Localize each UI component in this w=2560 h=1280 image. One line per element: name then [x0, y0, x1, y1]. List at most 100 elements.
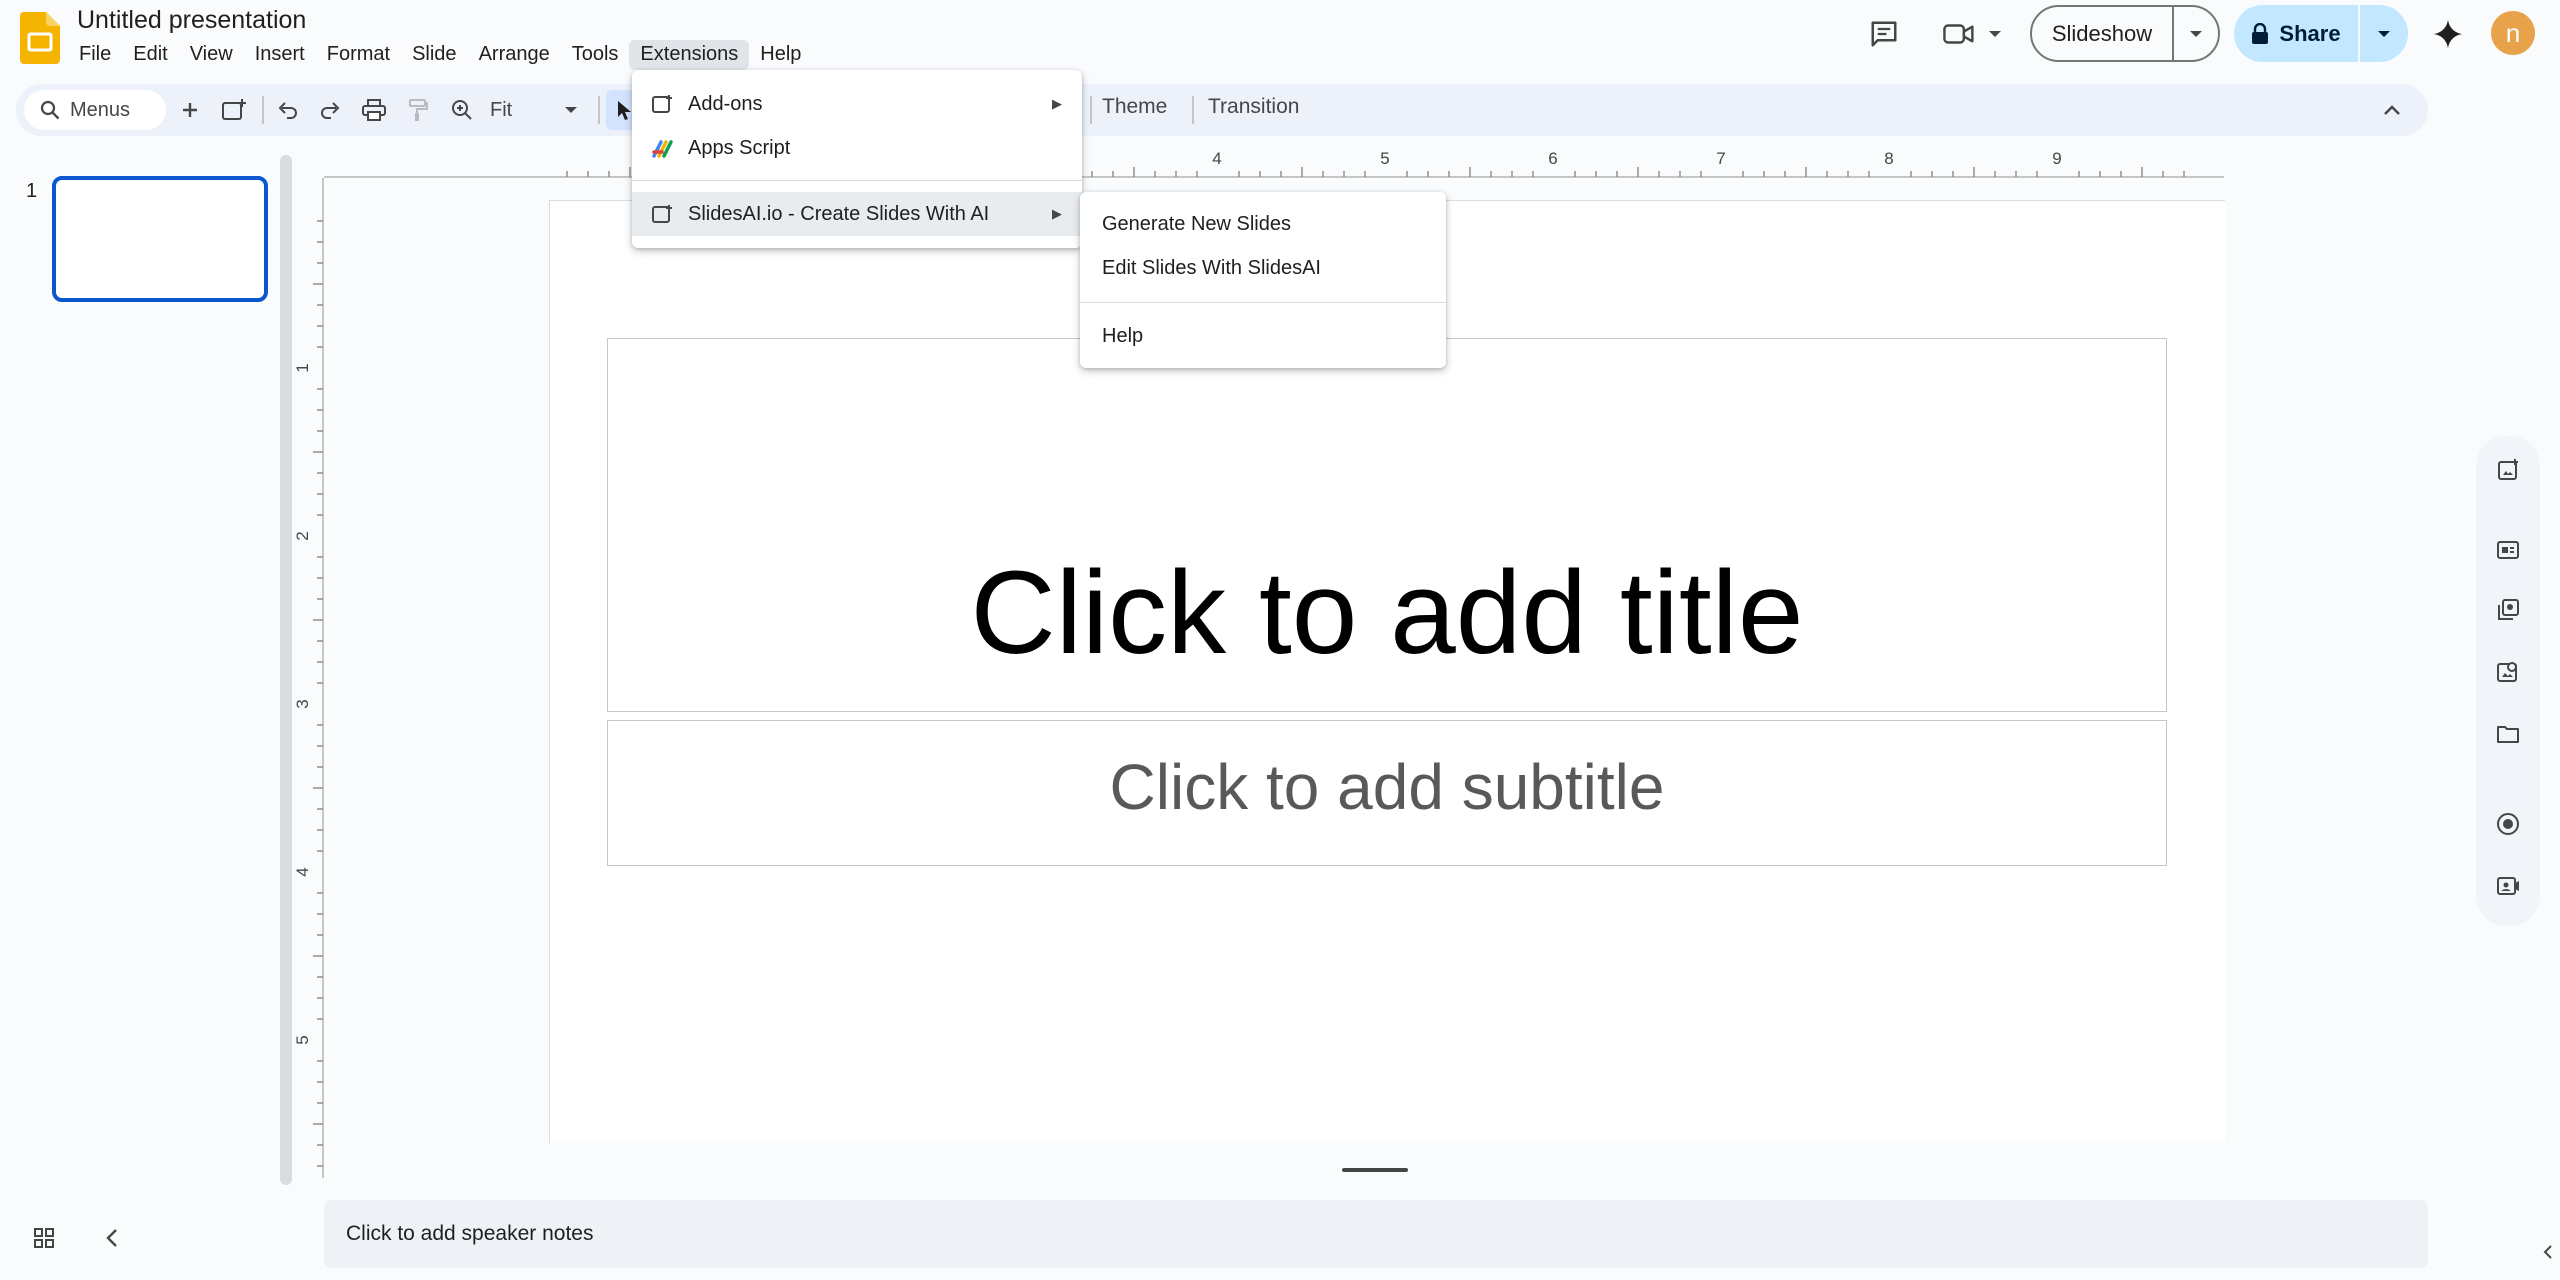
menu-item-edit-slides-with-slidesai[interactable]: Edit Slides With SlidesAI — [1080, 246, 1446, 290]
slide-number: 1 — [26, 180, 38, 202]
submenu-arrow-icon: ▶ — [1052, 96, 1062, 111]
undo-button[interactable] — [270, 90, 306, 130]
menu-item-help[interactable]: Help — [1080, 314, 1446, 358]
paint-format-button[interactable] — [400, 90, 436, 130]
filmstrip-scrollbar[interactable] — [280, 155, 292, 1185]
slideshow-label[interactable]: Slideshow — [2032, 7, 2174, 60]
menus-search-input[interactable]: Menus — [24, 90, 166, 130]
video-icon — [2496, 875, 2520, 897]
menu-item-add-ons[interactable]: Add-ons ▶ — [632, 82, 1082, 126]
ruler-label-v3: 3 — [294, 699, 312, 708]
menu-bar: File Edit View Insert Format Slide Arran… — [68, 40, 812, 70]
extensions-menu: Add-ons ▶ Apps Script SlidesAI.io - Crea… — [632, 70, 1082, 248]
collapse-toolbar-button[interactable] — [2372, 90, 2412, 130]
add-slide-icon — [2496, 458, 2520, 482]
menu-item-slidesai[interactable]: SlidesAI.io - Create Slides With AI ▶ — [632, 192, 1082, 236]
slide-thumbnail[interactable] — [52, 176, 268, 302]
zoom-icon — [451, 99, 473, 121]
side-layout-button[interactable] — [2486, 528, 2530, 572]
folder-icon — [2496, 724, 2520, 744]
menu-view[interactable]: View — [179, 40, 244, 70]
menu-edit[interactable]: Edit — [122, 40, 178, 70]
menu-extensions[interactable]: Extensions — [629, 40, 750, 70]
ruler-label-8: 8 — [1884, 149, 1893, 168]
side-folder-button[interactable] — [2486, 712, 2530, 756]
zoom-select[interactable]: Fit — [478, 90, 588, 130]
meet-button[interactable] — [1932, 12, 2012, 56]
gemini-icon — [2432, 18, 2464, 50]
side-gallery-button[interactable] — [2486, 588, 2530, 632]
zoom-button[interactable] — [444, 90, 480, 130]
share-main[interactable]: Share — [2234, 5, 2360, 62]
menu-insert[interactable]: Insert — [244, 40, 316, 70]
side-record-button[interactable] — [2486, 802, 2530, 846]
menu-format[interactable]: Format — [316, 40, 401, 70]
vertical-ruler: 1 2 3 4 5 — [294, 178, 324, 1178]
speaker-notes[interactable]: Click to add speaker notes — [324, 1200, 2428, 1268]
side-add-slide-button[interactable] — [2486, 448, 2530, 492]
share-label: Share — [2279, 20, 2341, 46]
menu-divider — [632, 180, 1082, 181]
side-image-search-button[interactable] — [2486, 650, 2530, 694]
menu-slide[interactable]: Slide — [401, 40, 467, 70]
avatar[interactable]: n — [2491, 11, 2535, 55]
slideshow-options-button[interactable] — [2174, 7, 2218, 60]
new-slide-icon — [221, 98, 247, 122]
chevron-down-icon — [2189, 29, 2203, 39]
menu-item-apps-script[interactable]: Apps Script — [632, 126, 1082, 170]
horizontal-ruler: 4 5 6 7 8 9 — [324, 149, 2224, 178]
menu-help[interactable]: Help — [749, 40, 812, 70]
menu-item-generate-new-slides[interactable]: Generate New Slides — [1080, 202, 1446, 246]
apps-script-icon — [652, 137, 674, 159]
chevron-down-icon — [564, 105, 578, 115]
toolbar-divider — [1192, 96, 1194, 124]
grid-view-icon — [33, 1227, 55, 1249]
side-panel-toggle[interactable] — [2536, 1236, 2560, 1268]
ruler-label-6: 6 — [1548, 149, 1557, 168]
menu-divider — [1080, 302, 1446, 303]
slideshow-button[interactable]: Slideshow — [2030, 5, 2220, 62]
menu-item-label: SlidesAI.io - Create Slides With AI — [688, 202, 990, 225]
ruler-label-v4: 4 — [294, 867, 312, 876]
toolbar-divider — [1090, 96, 1092, 124]
menu-item-label: Apps Script — [688, 136, 791, 159]
ruler-label-5: 5 — [1380, 149, 1389, 168]
new-slide-button[interactable] — [216, 90, 252, 130]
share-options-button[interactable] — [2360, 5, 2408, 62]
grid-view-button[interactable] — [28, 1222, 60, 1254]
print-button[interactable] — [356, 90, 392, 130]
notes-resize-handle[interactable] — [1342, 1168, 1408, 1172]
collapse-filmstrip-button[interactable] — [96, 1222, 128, 1254]
menu-arrange[interactable]: Arrange — [468, 40, 561, 70]
search-icon — [40, 100, 60, 120]
gallery-icon — [2496, 598, 2520, 622]
menu-item-label: Help — [1102, 324, 1144, 347]
title-placeholder[interactable]: Click to add title — [607, 338, 2167, 712]
share-button[interactable]: Share — [2234, 5, 2408, 62]
gemini-button[interactable] — [2426, 12, 2470, 56]
transition-button[interactable]: Transition — [1208, 95, 1299, 119]
menu-item-label: Generate New Slides — [1102, 212, 1291, 235]
chevron-up-icon — [2383, 104, 2401, 116]
paint-format-icon — [407, 98, 429, 122]
subtitle-placeholder[interactable]: Click to add subtitle — [607, 720, 2167, 866]
redo-button[interactable] — [312, 90, 348, 130]
menu-file[interactable]: File — [68, 40, 122, 70]
select-icon — [615, 99, 633, 121]
add-icon — [181, 101, 199, 119]
undo-icon — [277, 100, 299, 120]
chevron-down-icon — [1988, 29, 2002, 39]
document-title[interactable]: Untitled presentation — [77, 6, 306, 35]
ruler-label-9: 9 — [2052, 149, 2061, 168]
image-search-icon — [2496, 660, 2520, 684]
theme-button[interactable]: Theme — [1102, 95, 1167, 119]
menu-tools[interactable]: Tools — [561, 40, 630, 70]
print-icon — [362, 99, 386, 121]
google-slides-logo[interactable] — [20, 12, 60, 64]
ruler-label-v5: 5 — [294, 1035, 312, 1044]
comments-button[interactable] — [1862, 12, 1906, 56]
zoom-value: Fit — [490, 98, 513, 121]
add-button[interactable] — [172, 90, 208, 130]
record-icon — [2496, 812, 2520, 836]
side-video-button[interactable] — [2486, 864, 2530, 908]
